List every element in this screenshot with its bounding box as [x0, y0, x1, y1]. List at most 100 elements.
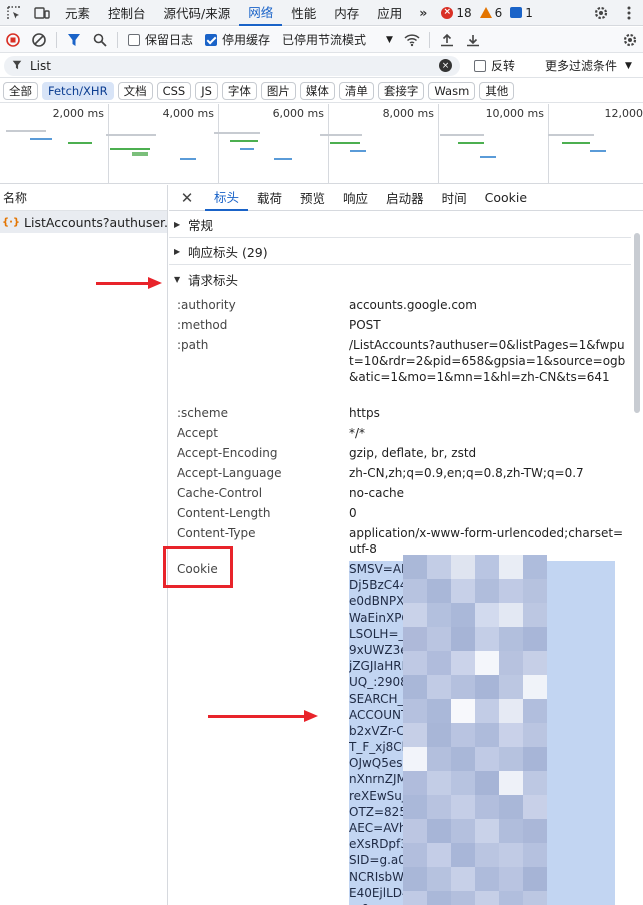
more-options-icon[interactable] [615, 0, 643, 26]
chip-font[interactable]: 字体 [221, 81, 257, 100]
export-download-icon[interactable] [460, 27, 486, 53]
chip-img[interactable]: 图片 [260, 81, 296, 100]
tab-cookies[interactable]: Cookie [476, 185, 536, 211]
timeline-gridline [438, 104, 439, 184]
checkbox-box[interactable] [128, 33, 140, 46]
chip-all[interactable]: 全部 [3, 81, 38, 100]
timeline-bar [30, 138, 52, 140]
caret-right-icon: ▶ [174, 220, 181, 229]
tab-sources[interactable]: 源代码/来源 [155, 0, 240, 26]
timeline-bar [230, 140, 258, 142]
name-column-header[interactable]: 名称 [0, 185, 167, 211]
chip-fetch-xhr[interactable]: Fetch/XHR [42, 81, 114, 100]
tab-initiator[interactable]: 启动器 [377, 185, 433, 211]
checkbox-box-checked[interactable] [205, 33, 218, 46]
timeline-bar [6, 130, 46, 132]
tab-console[interactable]: 控制台 [99, 0, 155, 26]
tab-timing[interactable]: 时间 [433, 185, 476, 211]
chip-wasm[interactable]: Wasm [428, 81, 476, 100]
preserve-log-checkbox[interactable]: 保留日志 [122, 31, 199, 48]
tab-elements[interactable]: 元素 [56, 0, 99, 26]
invert-checkbox[interactable]: 反转 [468, 57, 521, 74]
timeline-tick-label: 12,000 [604, 107, 643, 120]
error-badge[interactable]: × 18 [441, 6, 472, 20]
chip-other[interactable]: 其他 [479, 81, 515, 100]
filter-input[interactable]: List × [4, 55, 460, 76]
tab-preview[interactable]: 预览 [291, 185, 334, 211]
import-upload-icon[interactable] [434, 27, 460, 53]
timeline-tick-label: 4,000 ms [162, 107, 214, 120]
timeline-bar [320, 134, 362, 136]
chevron-down-icon: ▼ [625, 60, 632, 71]
section-response-headers[interactable]: ▶ 响应标头 (29) [169, 239, 631, 265]
section-request-headers[interactable]: ▼ 请求标头 [169, 266, 631, 292]
chip-doc[interactable]: 文档 [117, 81, 153, 100]
chip-manifest[interactable]: 清单 [338, 81, 374, 100]
timeline-bar [590, 150, 606, 152]
inspect-element-icon[interactable] [0, 0, 28, 26]
toolbar-divider [117, 31, 118, 48]
timeline-bar [480, 156, 496, 158]
checkbox-box[interactable] [474, 59, 486, 72]
xhr-braces-icon: {·} [2, 216, 21, 228]
timeline-bar [240, 148, 254, 150]
timeline-bar [330, 142, 360, 144]
filter-funnel-icon[interactable] [61, 27, 87, 53]
record-stop-icon[interactable] [0, 27, 26, 53]
timeline-gridline [328, 104, 329, 184]
issue-badges[interactable]: × 18 6 1 [441, 6, 533, 20]
annotation-highlight-box [163, 546, 233, 588]
timeline-tick-label: 2,000 ms [52, 107, 104, 120]
clear-filter-icon[interactable]: × [439, 59, 452, 72]
timeline-gridline [108, 104, 109, 184]
timeline-bar [132, 152, 148, 156]
tab-headers[interactable]: 标头 [205, 185, 249, 211]
network-overview-timeline[interactable]: 2,000 ms 4,000 ms 6,000 ms 8,000 ms 10,0… [0, 104, 643, 184]
toolbar-divider [56, 31, 57, 48]
more-tabs-chevron-icon[interactable]: » [411, 0, 435, 26]
timeline-tick-label: 10,000 ms [485, 107, 544, 120]
more-filters-dropdown[interactable]: 更多过滤条件 ▼ [539, 57, 638, 74]
disable-cache-checkbox[interactable]: 停用缓存 [199, 31, 276, 48]
filter-funnel-small-icon [12, 59, 22, 73]
timeline-bar [68, 142, 92, 144]
request-row[interactable]: {·} ListAccounts?authuser... [0, 211, 167, 233]
error-icon: × [441, 6, 454, 19]
chip-js[interactable]: JS [195, 81, 218, 100]
network-settings-gear-icon[interactable] [617, 27, 643, 53]
chip-socket[interactable]: 套接字 [377, 81, 425, 100]
request-details-panel: ✕ 标头 载荷 预览 响应 启动器 时间 Cookie ▶ 常规 ▶ 响应标头 (2… [163, 185, 643, 905]
message-badge[interactable]: 1 [510, 6, 533, 20]
device-toolbar-icon[interactable] [28, 0, 56, 26]
search-icon[interactable] [87, 27, 113, 53]
tab-payload[interactable]: 载荷 [248, 185, 291, 211]
timeline-bar [180, 158, 196, 160]
request-list: 名称 {·} ListAccounts?authuser... [0, 185, 168, 905]
chip-css[interactable]: CSS [156, 81, 192, 100]
throttle-select[interactable]: 已停用节流模式 ▼ [276, 31, 399, 48]
close-details-icon[interactable]: ✕ [169, 185, 205, 211]
vertical-scrollbar[interactable] [634, 233, 640, 413]
tab-memory[interactable]: 内存 [325, 0, 368, 26]
network-toolbar: 保留日志 停用缓存 已停用节流模式 ▼ [0, 27, 643, 53]
timeline-bar [548, 134, 594, 136]
tab-response[interactable]: 响应 [334, 185, 377, 211]
settings-gear-icon[interactable] [587, 0, 615, 26]
tab-performance[interactable]: 性能 [282, 0, 325, 26]
chip-media[interactable]: 媒体 [299, 81, 335, 100]
timeline-bar [440, 134, 484, 136]
section-general[interactable]: ▶ 常规 [169, 212, 631, 238]
network-conditions-wifi-icon[interactable] [399, 27, 425, 53]
timeline-gridline [218, 104, 219, 184]
tab-network[interactable]: 网络 [239, 0, 283, 26]
annotation-arrow-request-headers [96, 277, 162, 289]
clear-icon[interactable] [26, 27, 52, 53]
tab-application[interactable]: 应用 [368, 0, 411, 26]
warning-badge[interactable]: 6 [479, 6, 502, 20]
timeline-bar [458, 142, 484, 144]
filter-bar: List × 反转 更多过滤条件 ▼ [0, 54, 643, 78]
toolbar-divider [428, 31, 430, 48]
timeline-gridline [548, 104, 549, 184]
caret-down-icon: ▼ [174, 274, 181, 284]
timeline-tick-label: 6,000 ms [272, 107, 324, 120]
